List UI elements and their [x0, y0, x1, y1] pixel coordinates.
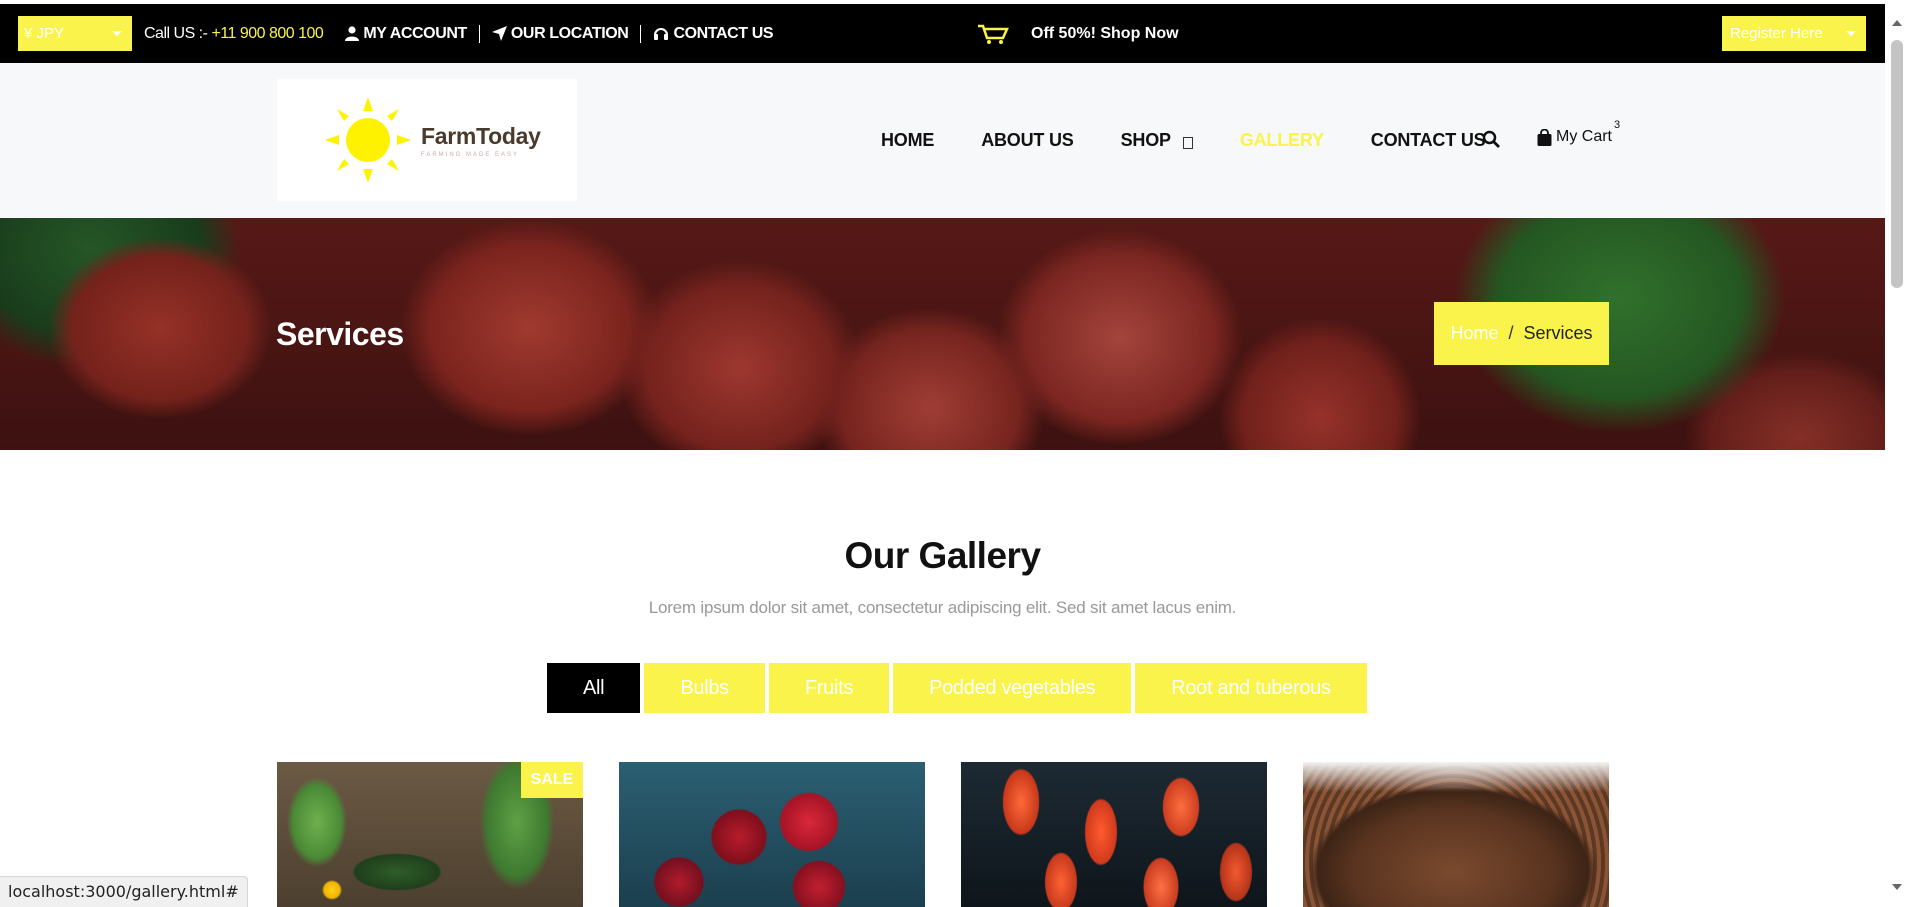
browser-status-url: localhost:3000/gallery.html#	[0, 876, 248, 907]
breadcrumb-current: Services	[1523, 323, 1593, 343]
contact-us-top-label: CONTACT US	[673, 24, 774, 42]
gallery-title: Our Gallery	[844, 535, 1041, 576]
sale-badge: SALE	[521, 762, 583, 798]
filter-root-and-tuberous[interactable]: Root and tuberous	[1135, 663, 1367, 713]
nav-contact-us[interactable]: CONTACT US	[1371, 130, 1486, 151]
page-banner: Services Home / Services	[0, 218, 1885, 450]
divider	[640, 24, 642, 43]
scroll-thumb[interactable]	[1891, 40, 1903, 288]
my-cart[interactable]: My Cart 3	[1537, 119, 1620, 146]
our-location-link[interactable]: OUR LOCATION	[491, 24, 629, 43]
promo-text: Off 50%! Shop Now	[1031, 24, 1179, 42]
register-dropdown[interactable]: Register Here	[1722, 16, 1866, 51]
filter-podded-vegetables[interactable]: Podded vegetables	[893, 663, 1132, 713]
filter-all[interactable]: All	[547, 663, 641, 713]
register-label: Register Here	[1730, 25, 1823, 42]
nav-about-us[interactable]: ABOUT US	[981, 130, 1074, 151]
logo-name: FarmToday	[421, 123, 541, 149]
breadcrumb: Home / Services	[1434, 302, 1609, 365]
breadcrumb-home[interactable]: Home	[1450, 323, 1498, 344]
top-nav: Call US :- +11 900 800 100 MY ACCOUNT OU…	[144, 4, 774, 63]
nav-home[interactable]: HOME	[881, 130, 934, 151]
breadcrumb-separator: /	[1508, 323, 1514, 343]
site-header: FarmToday FARMING MADE EASY HOME ABOUT U…	[0, 63, 1885, 218]
gallery-subtitle: Lorem ipsum dolor sit amet, consectetur …	[648, 598, 1237, 617]
my-account-label: MY ACCOUNT	[363, 24, 467, 42]
page-title: Services	[276, 316, 404, 352]
filter-fruits[interactable]: Fruits	[768, 663, 890, 713]
dropdown-icon	[1182, 136, 1193, 149]
chevron-down-icon	[1846, 31, 1856, 36]
currency-select[interactable]: ¥ JPY	[18, 16, 132, 51]
gallery-item-tomatoes[interactable]	[619, 762, 925, 907]
nav-shop-label: SHOP	[1120, 130, 1171, 150]
user-icon	[345, 26, 360, 41]
my-account-link[interactable]: MY ACCOUNT	[345, 25, 467, 43]
top-bar-inner: ¥ JPY Call US :- +11 900 800 100 MY ACCO…	[0, 4, 1885, 63]
scroll-down-arrow-icon[interactable]	[1892, 884, 1902, 890]
location-arrow-icon	[491, 26, 507, 41]
page-scrollbar[interactable]	[1885, 0, 1914, 907]
phone-link[interactable]: +11 900 800 100	[211, 25, 323, 43]
cart-icon	[978, 24, 1009, 44]
shopping-bag-icon	[1537, 128, 1552, 146]
promo-banner[interactable]: Off 50%! Shop Now	[977, 4, 1179, 63]
call-label: Call US :-	[144, 24, 208, 42]
top-bar: ¥ JPY Call US :- +11 900 800 100 MY ACCO…	[0, 0, 1914, 63]
gallery-filters: All Bulbs Fruits Podded vegetables Root …	[547, 663, 1367, 713]
divider	[478, 24, 480, 43]
logo[interactable]: FarmToday FARMING MADE EASY	[277, 79, 577, 201]
gallery-item-peppers[interactable]	[961, 762, 1267, 907]
gallery-grid: SALE	[277, 762, 1609, 907]
search-icon[interactable]	[1482, 130, 1500, 148]
nav-shop[interactable]: SHOP	[1121, 130, 1193, 151]
filter-bulbs[interactable]: Bulbs	[644, 663, 765, 713]
sun-logo-icon	[325, 97, 411, 183]
cart-count: 3	[1614, 119, 1621, 131]
our-location-label: OUR LOCATION	[510, 24, 629, 42]
gallery-item-cucumber[interactable]: SALE	[277, 762, 583, 907]
nav-gallery[interactable]: GALLERY	[1240, 130, 1324, 151]
gallery-item-seeds[interactable]	[1303, 762, 1609, 907]
currency-value: ¥ JPY	[24, 25, 65, 42]
cart-label: My Cart	[1556, 128, 1612, 145]
headset-icon	[654, 28, 669, 40]
scroll-up-arrow-icon[interactable]	[1892, 20, 1902, 26]
main-nav: HOME ABOUT US SHOP GALLERY CONTACT US	[881, 63, 1532, 218]
logo-tagline: FARMING MADE EASY	[421, 152, 520, 158]
contact-us-top-link[interactable]: CONTACT US	[653, 24, 774, 43]
chevron-down-icon	[112, 31, 122, 36]
